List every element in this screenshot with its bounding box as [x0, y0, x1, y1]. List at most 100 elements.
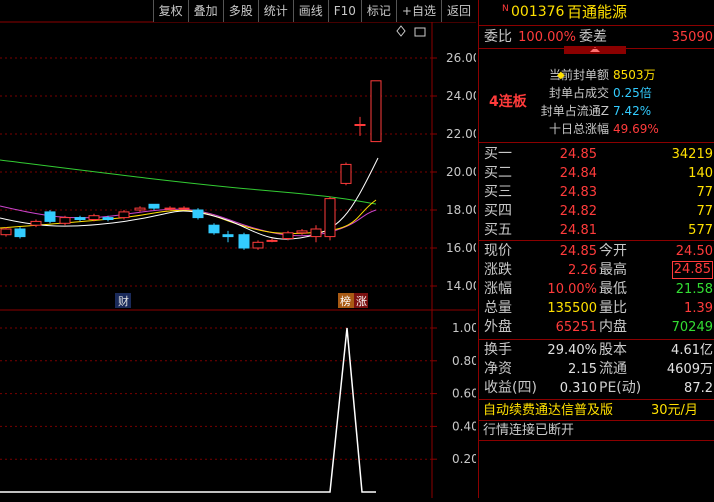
kline-chart[interactable]: 26.00 24.00 22.00 20.00 18.00 16.00 14.00 1.00 0… — [0, 0, 480, 498]
bid-row[interactable]: 买五 24.81 577 — [479, 221, 714, 240]
diamond-icon[interactable] — [396, 25, 406, 37]
fund-row: 换手 29.40% 股本 4.61亿 — [479, 341, 714, 360]
promo-text[interactable]: 自动续费通达信普及版 — [483, 401, 613, 420]
candle-body[interactable] — [102, 217, 114, 221]
promo-price[interactable]: 30元/月 — [651, 401, 698, 420]
stock-header: N 001376 百通能源 — [479, 3, 714, 25]
xianjia-label: 现价 — [484, 243, 512, 259]
zhang-badge[interactable]: 涨 — [356, 295, 367, 308]
toolbar-button[interactable]: 多股 — [222, 0, 258, 22]
weicha-label: 委差 — [579, 29, 607, 45]
guben-value: 4.61亿 — [671, 343, 713, 358]
bid-label: 买二 — [484, 165, 512, 181]
volume-tick-label: 0.80 — [452, 354, 476, 368]
bid-row[interactable]: 买二 24.84 140 — [479, 164, 714, 183]
promo-row[interactable]: 自动续费通达信普及版 30元/月 — [479, 401, 714, 420]
ma-line-green — [0, 159, 377, 205]
candle-body[interactable] — [88, 215, 100, 220]
candle-body[interactable] — [266, 239, 278, 242]
toolbar-button[interactable]: +自选 — [395, 0, 441, 22]
candle-body[interactable] — [208, 224, 220, 234]
zhangdie-label: 涨跌 — [484, 262, 512, 278]
new-stock-badge: N — [502, 4, 509, 14]
liutong-label: 流通 — [599, 361, 627, 377]
candle-body[interactable] — [354, 124, 366, 126]
bid-price: 24.84 — [559, 166, 597, 181]
bang-badge[interactable]: 榜 — [340, 294, 351, 308]
seal-label: 封单占流通Z — [540, 104, 609, 118]
ma-line-white — [0, 157, 379, 240]
candle-body[interactable] — [324, 198, 336, 238]
divider — [479, 25, 714, 26]
divider — [479, 339, 714, 340]
bid-row[interactable]: 买三 24.83 77 — [479, 183, 714, 202]
candle-body[interactable] — [148, 203, 160, 209]
zhangdie-value: 2.26 — [568, 263, 597, 278]
bid-volume: 140 — [688, 166, 713, 181]
chart-toolbar: 复权 叠加 多股 统计 画线 F10 标记 +自选 返回 — [152, 0, 476, 22]
price-tick-label: 18.00 — [446, 203, 476, 217]
seal-label: 封单占成交 — [548, 86, 609, 100]
divider — [479, 142, 714, 143]
guben-label: 股本 — [599, 342, 627, 358]
volume-tick-label: 0.60 — [452, 387, 476, 401]
seal-row: 十日总涨幅 49.69% — [479, 120, 714, 138]
seal-row: 当前封单额 8503万 ◆ — [479, 66, 714, 84]
jinkai-value: 24.50 — [675, 244, 713, 259]
quote-row: 外盘 65251 内盘 70249 — [479, 318, 714, 337]
toolbar-button[interactable]: 统计 — [257, 0, 293, 22]
window-icon[interactable] — [414, 27, 426, 37]
zhangfu-label: 涨幅 — [484, 281, 512, 297]
toolbar-button[interactable]: 叠加 — [187, 0, 223, 22]
candle-body[interactable] — [30, 220, 42, 226]
fund-row: 净资 2.15 流通 4609万 — [479, 360, 714, 379]
candle-body[interactable] — [296, 230, 308, 234]
shouyi-value: 0.310 — [559, 381, 597, 396]
price-tick-label: 16.00 — [446, 241, 476, 255]
cai-badge[interactable]: 财 — [118, 294, 129, 308]
quote-panel: N 001376 百通能源 委比 100.00% 委差 35090 当前封单额 8… — [478, 0, 714, 498]
price-tick-label: 22.00 — [446, 127, 476, 141]
candle-body[interactable] — [14, 228, 26, 238]
candle-body[interactable] — [59, 217, 71, 224]
volume-line — [0, 327, 376, 493]
candle-body[interactable] — [118, 211, 130, 219]
bid-price: 24.83 — [559, 185, 597, 200]
candle-body[interactable] — [238, 234, 250, 249]
toolbar-button[interactable]: 画线 — [292, 0, 328, 22]
bid-row[interactable]: 买一 24.85 34219 — [479, 145, 714, 164]
candle-body[interactable] — [178, 207, 190, 210]
candle-body[interactable] — [192, 209, 204, 219]
toolbar-button[interactable]: 复权 — [152, 0, 188, 22]
bid-label: 买三 — [484, 184, 512, 200]
candle-body[interactable] — [164, 207, 176, 210]
seal-value: 7.42% — [613, 104, 652, 118]
bid-label: 买四 — [484, 203, 512, 219]
huanshou-value: 29.40% — [547, 343, 597, 358]
candle-body[interactable] — [310, 228, 322, 238]
candle-body[interactable] — [74, 217, 86, 221]
toolbar-button[interactable]: F10 — [327, 0, 361, 22]
quote-row: 涨跌 2.26 最高 24.85 — [479, 261, 714, 280]
candle-body[interactable] — [252, 241, 264, 249]
zongliang-value: 135500 — [547, 301, 597, 316]
zuidi-label: 最低 — [599, 281, 627, 297]
candle-body[interactable] — [282, 232, 294, 240]
candle-body[interactable] — [44, 211, 56, 222]
bid-row[interactable]: 买四 24.82 77 — [479, 202, 714, 221]
bid-price: 24.82 — [559, 204, 597, 219]
toolbar-button[interactable]: 返回 — [440, 0, 476, 22]
candle-body[interactable] — [134, 207, 146, 211]
toolbar-button[interactable]: 标记 — [360, 0, 396, 22]
price-tick-label: 14.00 — [446, 279, 476, 293]
candle-body[interactable] — [0, 228, 12, 236]
candle-body[interactable] — [340, 163, 352, 184]
fund-row: 收益(四) 0.310 PE(动) 87.2 — [479, 379, 714, 398]
zhangfu-value: 10.00% — [547, 282, 597, 297]
weibi-label: 委比 — [484, 29, 512, 45]
kline-chart-area[interactable]: 26.00 24.00 22.00 20.00 18.00 16.00 14.00 1.00 0… — [0, 0, 480, 498]
candle-body[interactable] — [222, 234, 234, 238]
candle-body[interactable] — [370, 80, 382, 143]
volume-tick-label: 0.20 — [452, 452, 476, 466]
liangbi-value: 1.39 — [684, 301, 713, 316]
